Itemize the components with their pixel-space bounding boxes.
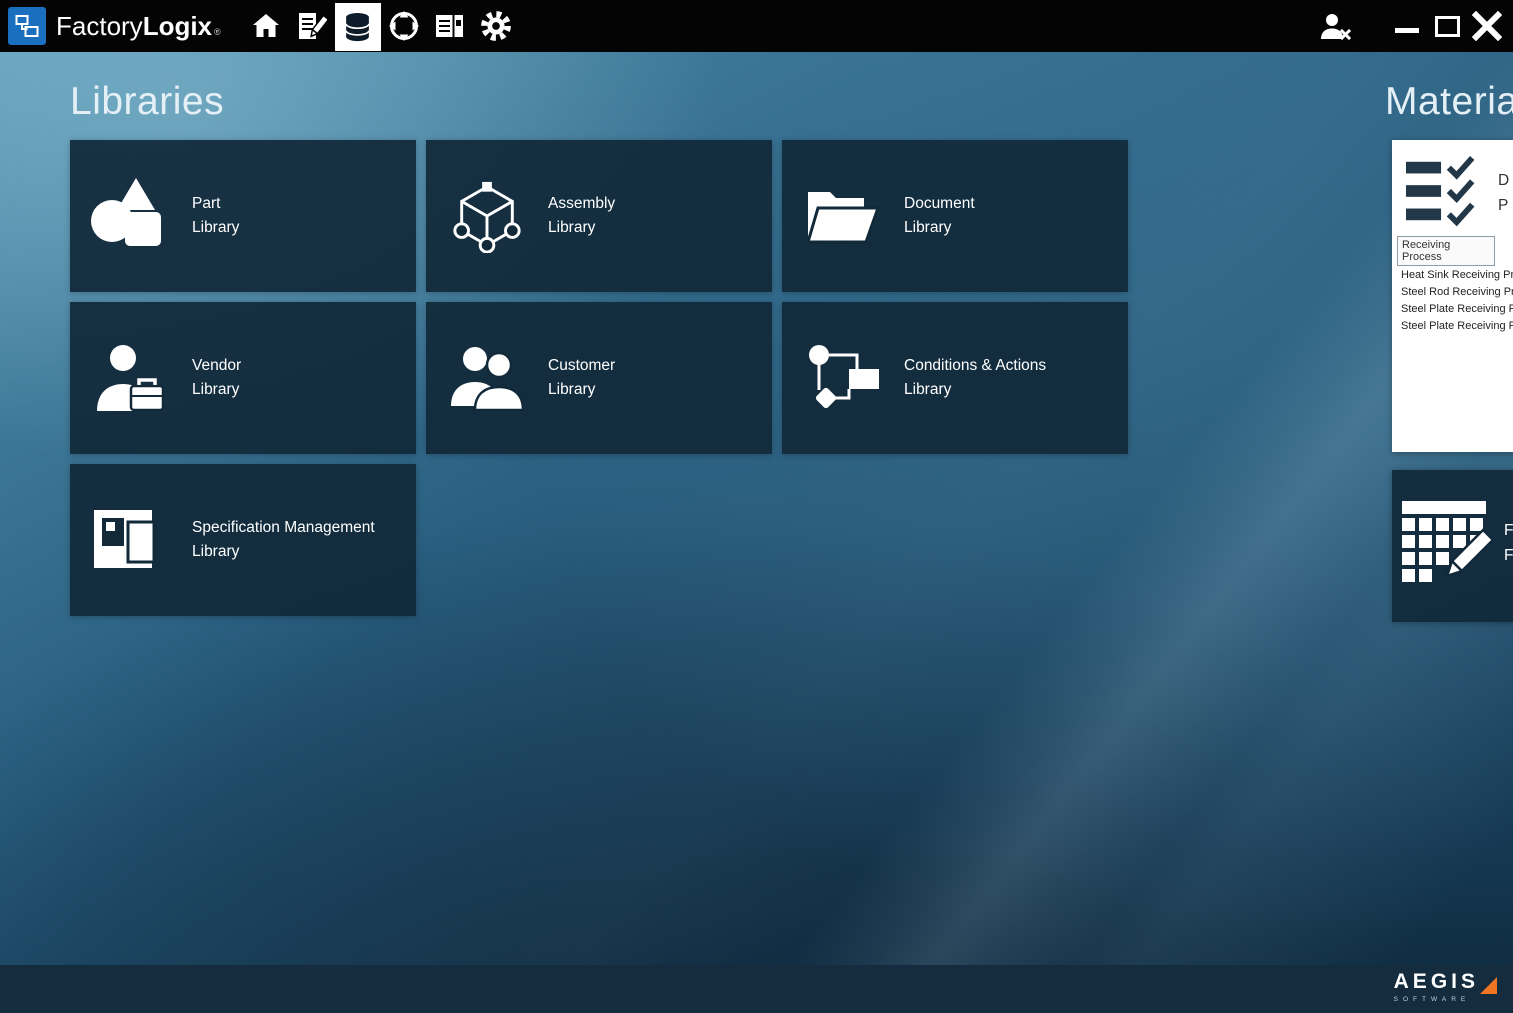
libraries-heading: Libraries	[70, 80, 224, 124]
tile-label: Conditions & Actions Library	[904, 354, 1046, 402]
close-icon	[1472, 11, 1502, 41]
tile-label: Specification Management Library	[192, 516, 375, 564]
close-button[interactable]	[1467, 0, 1507, 52]
libraries-tile-grid: Part Library Assembly Libra	[70, 140, 1132, 616]
main-nav	[243, 0, 519, 52]
receiving-schedule-icon	[1400, 499, 1492, 594]
list-item[interactable]: Steel Plate Receiving Process	[1397, 300, 1513, 317]
trademark-mark: ®	[214, 27, 221, 37]
titlebar: FactoryLogix®	[0, 0, 1513, 52]
nav-home-button[interactable]	[243, 0, 289, 52]
nav-npi-button[interactable]	[289, 0, 335, 52]
specification-pages-icon	[70, 504, 192, 576]
document-folder-icon	[782, 184, 904, 248]
maximize-icon	[1435, 16, 1460, 37]
nav-production-button[interactable]	[381, 0, 427, 52]
aegis-logo: AEGIS SOFTWARE	[1394, 970, 1497, 1003]
app-logo-glyph	[14, 13, 40, 39]
news-icon	[435, 13, 465, 39]
vendor-person-icon	[70, 343, 192, 413]
settings-gear-icon	[480, 10, 512, 42]
tile-specification-management-library[interactable]: Specification Management Library	[70, 464, 416, 616]
receiving-process-list: Receiving Process Heat Sink Receiving Pr…	[1397, 236, 1513, 334]
receiving-checklist-icon	[1406, 154, 1480, 228]
home-icon	[252, 13, 280, 39]
tile-document-library[interactable]: Document Library	[782, 140, 1128, 292]
app-logo	[8, 7, 46, 45]
tile-define-receiving-process[interactable]: D P Receiving Process Heat Sink Receivin…	[1392, 140, 1513, 452]
nav-libraries-button[interactable]	[335, 3, 381, 51]
footer-bar: AEGIS SOFTWARE	[0, 965, 1513, 1013]
logout-user-button[interactable]	[1313, 0, 1357, 52]
list-item[interactable]: Steel Plate Receiving Process	[1397, 317, 1513, 334]
list-item[interactable]: Steel Rod Receiving Process	[1397, 283, 1513, 300]
tile-receiving-schedule[interactable]: F F	[1392, 470, 1513, 622]
tile-label: Part Library	[192, 192, 239, 240]
aegis-logo-subtext: SOFTWARE	[1394, 996, 1497, 1003]
customer-people-icon	[426, 344, 548, 412]
production-icon	[388, 10, 420, 42]
aegis-arrow-icon	[1480, 977, 1497, 994]
tile-label: D P	[1498, 168, 1509, 218]
tile-conditions-actions-library[interactable]: Conditions & Actions Library	[782, 302, 1128, 454]
npi-edit-icon	[297, 12, 327, 40]
app-title-bold: Logix	[143, 11, 212, 42]
desktop-wallpaper: Libraries Materials Part Library	[0, 52, 1513, 965]
minimize-button[interactable]	[1387, 0, 1427, 52]
tile-part-library[interactable]: Part Library	[70, 140, 416, 292]
app-title-light: Factory	[56, 11, 143, 42]
aegis-logo-text: AEGIS	[1394, 970, 1479, 994]
maximize-button[interactable]	[1427, 0, 1467, 52]
nav-news-button[interactable]	[427, 0, 473, 52]
tile-label: F F	[1504, 518, 1513, 568]
tile-label: Assembly Library	[548, 192, 615, 240]
tile-label: Customer Library	[548, 354, 615, 402]
titlebar-controls	[1313, 0, 1513, 52]
part-icon	[70, 178, 192, 254]
tile-customer-library[interactable]: Customer Library	[426, 302, 772, 454]
assembly-cube-icon	[426, 179, 548, 253]
logout-user-icon	[1319, 13, 1351, 40]
tile-label: Vendor Library	[192, 354, 241, 402]
conditions-flowchart-icon	[782, 342, 904, 414]
nav-settings-button[interactable]	[473, 0, 519, 52]
tile-vendor-library[interactable]: Vendor Library	[70, 302, 416, 454]
materials-heading: Materials	[1385, 80, 1513, 124]
libraries-icon	[344, 12, 371, 43]
list-item[interactable]: Heat Sink Receiving Process	[1397, 266, 1513, 283]
tile-assembly-library[interactable]: Assembly Library	[426, 140, 772, 292]
tile-label: Document Library	[904, 192, 975, 240]
app-title: FactoryLogix®	[56, 11, 221, 42]
receiving-process-list-header: Receiving Process	[1397, 236, 1495, 266]
minimize-icon	[1395, 28, 1419, 33]
